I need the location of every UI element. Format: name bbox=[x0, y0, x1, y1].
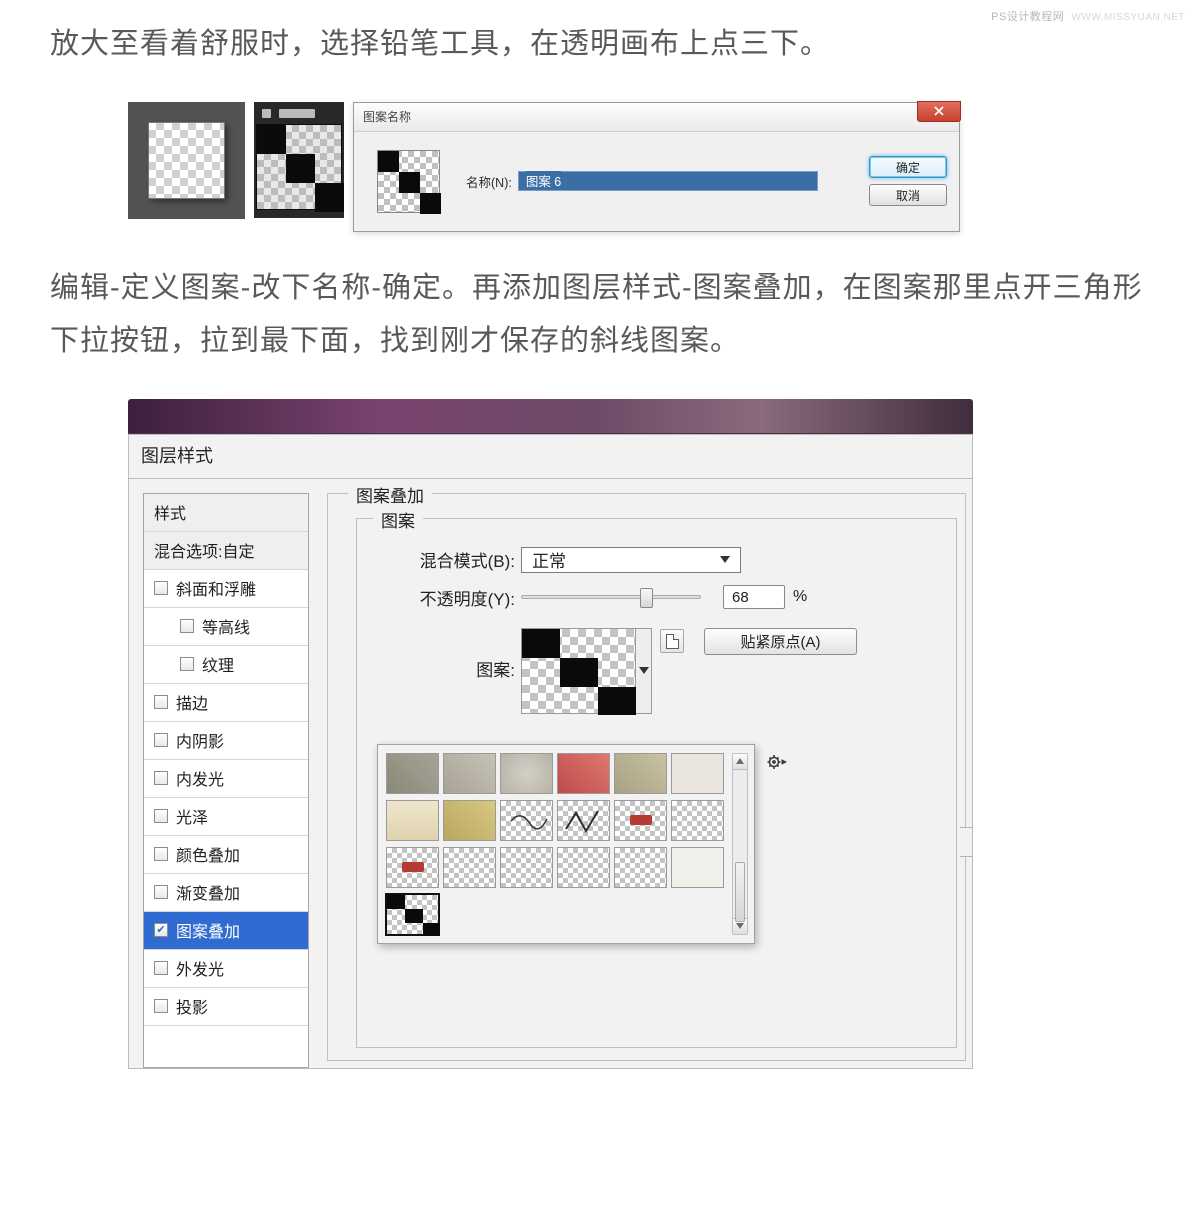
pattern-swatch[interactable] bbox=[386, 753, 439, 794]
pattern-swatch[interactable] bbox=[443, 753, 496, 794]
style-list: 样式 混合选项:自定 斜面和浮雕 等高线 纹理 描边 内阴影 内发光 光泽 颜色… bbox=[143, 493, 309, 1068]
blend-mode-combobox[interactable]: 正常 bbox=[521, 547, 741, 573]
scroll-up-button[interactable] bbox=[733, 754, 747, 770]
pattern-grid bbox=[378, 745, 732, 943]
chevron-down-icon bbox=[720, 556, 730, 563]
chevron-up-icon bbox=[736, 758, 744, 764]
list-item-texture[interactable]: 纹理 bbox=[144, 646, 308, 684]
opacity-slider[interactable] bbox=[521, 595, 701, 599]
pattern-name-dialog: 图案名称 名称(N): 图案 6 确定 取消 bbox=[353, 102, 960, 232]
pattern-swatch[interactable] bbox=[386, 847, 439, 888]
pattern-swatch[interactable] bbox=[386, 800, 439, 841]
chevron-down-icon bbox=[736, 923, 744, 929]
pattern-swatch[interactable] bbox=[614, 800, 667, 841]
pattern-swatch[interactable] bbox=[500, 800, 553, 841]
panel-edge-decoration bbox=[960, 827, 973, 857]
pattern-swatch[interactable] bbox=[443, 847, 496, 888]
list-item-inner-glow[interactable]: 内发光 bbox=[144, 760, 308, 798]
name-input[interactable]: 图案 6 bbox=[518, 171, 818, 191]
pattern-thumbnail bbox=[377, 150, 440, 213]
pattern-swatch-selected[interactable] bbox=[386, 894, 439, 935]
pattern-preview[interactable] bbox=[521, 628, 636, 714]
list-item-outer-glow[interactable]: 外发光 bbox=[144, 950, 308, 988]
pattern-label: 图案: bbox=[391, 656, 521, 681]
subgroup-pattern: 图案 混合模式(B): 正常 不透明度(Y): 68 bbox=[356, 518, 957, 1048]
list-item-gradient-overlay[interactable]: 渐变叠加 bbox=[144, 874, 308, 912]
snap-to-origin-button[interactable]: 贴紧原点(A) bbox=[704, 628, 857, 655]
close-icon bbox=[933, 105, 945, 117]
window-chrome bbox=[128, 399, 973, 434]
pattern-swatch[interactable] bbox=[671, 800, 724, 841]
ok-button[interactable]: 确定 bbox=[869, 156, 947, 178]
tool-icon bbox=[262, 109, 271, 118]
scroll-thumb[interactable] bbox=[735, 862, 745, 922]
list-item-satin[interactable]: 光泽 bbox=[144, 798, 308, 836]
picker-settings-button[interactable] bbox=[760, 751, 794, 773]
pattern-swatch[interactable] bbox=[500, 753, 553, 794]
canvas-thumbnail-small bbox=[128, 102, 245, 219]
opacity-label: 不透明度(Y): bbox=[391, 585, 521, 610]
pattern-swatch[interactable] bbox=[671, 753, 724, 794]
tool-slider-icon bbox=[279, 109, 315, 118]
list-item-color-overlay[interactable]: 颜色叠加 bbox=[144, 836, 308, 874]
list-item-inner-shadow[interactable]: 内阴影 bbox=[144, 722, 308, 760]
slider-thumb[interactable] bbox=[640, 588, 653, 608]
pattern-swatch[interactable] bbox=[614, 847, 667, 888]
gear-icon bbox=[767, 754, 787, 770]
list-item-drop-shadow[interactable]: 投影 bbox=[144, 988, 308, 1026]
new-preset-button[interactable] bbox=[660, 629, 684, 653]
pattern-swatch[interactable] bbox=[557, 847, 610, 888]
chevron-down-icon bbox=[639, 667, 649, 674]
pattern-picker-popover bbox=[377, 744, 755, 944]
percent-unit: % bbox=[793, 588, 807, 606]
list-item-stroke[interactable]: 描边 bbox=[144, 684, 308, 722]
name-label: 名称(N): bbox=[466, 172, 512, 191]
close-button[interactable] bbox=[917, 101, 961, 122]
watermark: PS设计教程网 WWW.MISSYUAN.NET bbox=[991, 8, 1185, 24]
layer-style-title: 图层样式 bbox=[128, 434, 973, 479]
pattern-swatch[interactable] bbox=[443, 800, 496, 841]
pattern-swatch[interactable] bbox=[614, 753, 667, 794]
group-title: 图案叠加 bbox=[348, 482, 432, 507]
dialog-title: 图案名称 bbox=[363, 108, 411, 125]
paragraph-2: 编辑-定义图案-改下名称-确定。再添加图层样式-图案叠加，在图案那里点开三角形下… bbox=[50, 262, 1150, 369]
pattern-swatch[interactable] bbox=[557, 800, 610, 841]
group-pattern-overlay: 图案叠加 图案 混合模式(B): 正常 不透明度(Y): bbox=[327, 493, 966, 1061]
dialog-titlebar: 图案名称 bbox=[354, 103, 959, 132]
page-icon bbox=[666, 634, 679, 649]
list-item-bevel[interactable]: 斜面和浮雕 bbox=[144, 570, 308, 608]
cancel-button[interactable]: 取消 bbox=[869, 184, 947, 206]
paragraph-1: 放大至看着舒服时，选择铅笔工具，在透明画布上点三下。 bbox=[50, 18, 1150, 72]
pattern-swatch[interactable] bbox=[557, 753, 610, 794]
blend-mode-label: 混合模式(B): bbox=[391, 547, 521, 572]
pattern-swatch[interactable] bbox=[500, 847, 553, 888]
list-item-styles[interactable]: 样式 bbox=[144, 494, 308, 532]
pattern-dropdown-button[interactable] bbox=[636, 628, 652, 714]
list-item-contour[interactable]: 等高线 bbox=[144, 608, 308, 646]
layer-style-dialog: 图层样式 样式 混合选项:自定 斜面和浮雕 等高线 纹理 描边 内阴影 内发光 … bbox=[128, 399, 973, 1069]
subgroup-title: 图案 bbox=[373, 507, 423, 532]
opacity-input[interactable]: 68 bbox=[723, 585, 785, 609]
picker-scrollbar[interactable] bbox=[732, 753, 748, 935]
list-item-blending[interactable]: 混合选项:自定 bbox=[144, 532, 308, 570]
pattern-swatch[interactable] bbox=[671, 847, 724, 888]
list-item-pattern-overlay[interactable]: 图案叠加 bbox=[144, 912, 308, 950]
canvas-thumbnail-zoom bbox=[254, 102, 344, 218]
